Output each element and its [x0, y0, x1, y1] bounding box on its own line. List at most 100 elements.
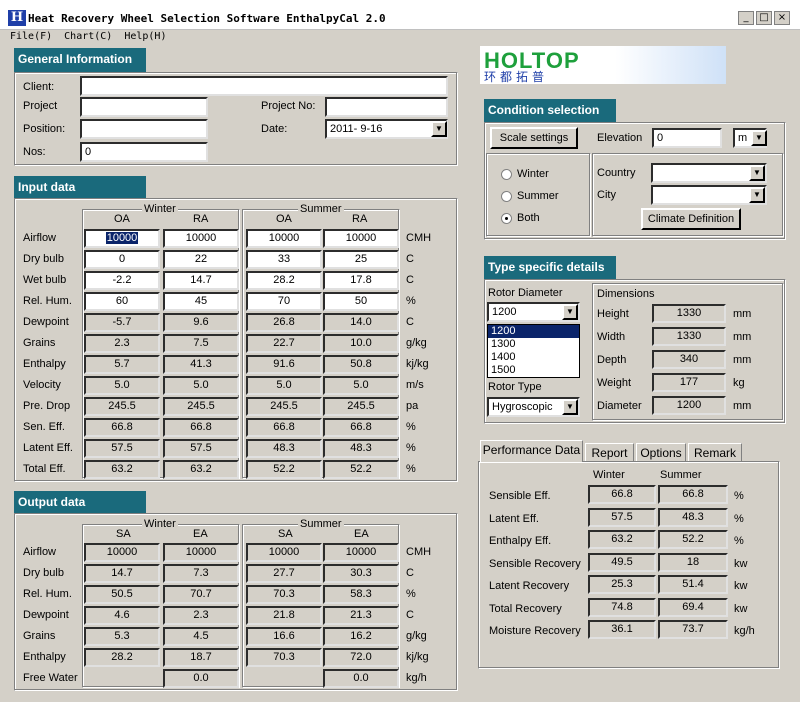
- output-cell: 0.0: [163, 669, 239, 688]
- input-cell: 7.5: [163, 334, 239, 353]
- dimension-unit: mm: [733, 354, 752, 366]
- both-radio[interactable]: [501, 213, 512, 224]
- input-cell[interactable]: 50: [323, 292, 399, 311]
- input-cell[interactable]: 25: [323, 250, 399, 269]
- input-cell: 52.2: [246, 460, 322, 479]
- row-unit: C: [406, 316, 414, 328]
- input-cell[interactable]: 70: [246, 292, 322, 311]
- performance-winter-value: 63.2: [588, 530, 656, 549]
- elevation-unit-dropdown-icon[interactable]: ▼: [751, 130, 767, 146]
- input-cell: 9.6: [163, 313, 239, 332]
- date-picker[interactable]: 2011- 9-16: [325, 119, 448, 139]
- performance-summer-value: 69.4: [658, 597, 728, 617]
- input-cell[interactable]: 45: [163, 292, 239, 311]
- winter-radio[interactable]: [501, 169, 512, 180]
- input-cell[interactable]: -2.2: [84, 271, 160, 290]
- summer-radio[interactable]: [501, 191, 512, 202]
- row-label: Dry bulb: [23, 253, 64, 265]
- column-header: RA: [193, 213, 209, 225]
- output-cell: 18.7: [163, 648, 239, 667]
- dimension-unit: kg: [733, 377, 745, 389]
- nos-input[interactable]: 0: [80, 142, 208, 162]
- rotor-diameter-list[interactable]: 1200 1300 1400 1500: [487, 324, 580, 378]
- performance-label: Moisture Recovery: [489, 625, 581, 637]
- input-data-header: Input data: [14, 176, 146, 200]
- client-input[interactable]: [80, 76, 448, 96]
- menu-help[interactable]: Help(H): [124, 31, 166, 45]
- rotor-option[interactable]: 1500: [488, 364, 579, 377]
- performance-unit: kg/h: [734, 625, 755, 637]
- performance-label: Latent Recovery: [489, 580, 570, 592]
- input-cell: 5.0: [163, 376, 239, 395]
- city-dropdown-icon[interactable]: ▼: [749, 187, 765, 203]
- input-cell: 66.8: [163, 418, 239, 437]
- maximize-button[interactable]: □: [756, 11, 772, 25]
- dimension-value: 1330: [652, 304, 726, 323]
- input-cell: 5.0: [84, 376, 160, 395]
- output-summer-label: Summer: [298, 518, 344, 530]
- input-cell[interactable]: 22: [163, 250, 239, 269]
- project-label: Project: [23, 100, 58, 112]
- elevation-input[interactable]: 0: [652, 128, 722, 148]
- close-button[interactable]: ×: [774, 11, 790, 25]
- input-cell[interactable]: 10000: [323, 229, 399, 248]
- rotor-option[interactable]: 1300: [488, 338, 579, 351]
- rotor-diameter-dropdown-icon[interactable]: ▼: [562, 304, 578, 320]
- dimension-value: 340: [652, 350, 726, 369]
- input-cell[interactable]: 0: [84, 250, 160, 269]
- input-cell[interactable]: 17.8: [323, 271, 399, 290]
- tab-report[interactable]: Report: [585, 443, 634, 463]
- project-input[interactable]: [80, 97, 208, 117]
- row-unit: C: [406, 274, 414, 286]
- rotor-option[interactable]: 1400: [488, 351, 579, 364]
- output-cell: 21.3: [323, 606, 399, 625]
- summer-radio-label: Summer: [517, 190, 559, 202]
- performance-winter-value: 57.5: [588, 507, 656, 527]
- general-info-header: General Information: [14, 48, 146, 72]
- country-dropdown-icon[interactable]: ▼: [749, 165, 765, 181]
- input-winter-label: Winter: [142, 203, 178, 215]
- input-cell[interactable]: 28.2: [246, 271, 322, 290]
- elevation-label: Elevation: [597, 132, 643, 144]
- tab-remark[interactable]: Remark: [688, 443, 742, 463]
- input-cell[interactable]: 14.7: [163, 271, 239, 290]
- output-cell: 5.3: [84, 627, 160, 646]
- condition-header: Condition selection: [484, 99, 616, 123]
- logo-chinese: 环都拓普: [484, 70, 549, 84]
- performance-unit: kw: [734, 580, 748, 592]
- column-header: EA: [193, 528, 208, 540]
- row-label: Pre. Drop: [23, 400, 71, 412]
- performance-summer-value: 51.4: [658, 575, 728, 594]
- date-dropdown-icon[interactable]: ▼: [431, 121, 447, 137]
- output-cell: 10000: [163, 543, 239, 562]
- row-unit: g/kg: [406, 337, 427, 349]
- client-label: Client:: [23, 81, 55, 93]
- input-cell[interactable]: 10000: [163, 229, 239, 248]
- rotor-type-dropdown-icon[interactable]: ▼: [562, 399, 578, 415]
- output-cell: 70.7: [163, 585, 239, 604]
- climate-definition-button[interactable]: Climate Definition: [641, 208, 741, 230]
- menu-file[interactable]: File(F): [10, 31, 52, 45]
- minimize-button[interactable]: _: [738, 11, 754, 25]
- type-specific-header: Type specific details: [484, 256, 616, 280]
- position-input[interactable]: [80, 119, 208, 139]
- project-no-input[interactable]: [325, 97, 448, 117]
- input-cell[interactable]: 33: [246, 250, 322, 269]
- input-cell: 57.5: [84, 439, 160, 458]
- scale-settings-button[interactable]: Scale settings: [490, 127, 578, 149]
- menu-chart[interactable]: Chart(C): [64, 31, 112, 45]
- tab-options[interactable]: Options: [636, 443, 686, 463]
- input-cell[interactable]: 60: [84, 292, 160, 311]
- input-cell[interactable]: 10000: [84, 229, 160, 248]
- input-cell: 41.3: [163, 355, 239, 374]
- input-cell[interactable]: 10000: [246, 229, 322, 248]
- tab-performance-data[interactable]: Performance Data: [480, 440, 583, 462]
- row-unit: g/kg: [406, 630, 427, 642]
- performance-label: Latent Eff.: [489, 512, 539, 525]
- performance-summer-value: 73.7: [658, 620, 728, 639]
- nos-label: Nos:: [23, 146, 46, 158]
- row-label: Rel. Hum.: [23, 295, 72, 307]
- output-cell: 10000: [323, 543, 399, 562]
- rotor-option[interactable]: 1200: [488, 325, 579, 338]
- output-cell: 4.5: [163, 627, 239, 646]
